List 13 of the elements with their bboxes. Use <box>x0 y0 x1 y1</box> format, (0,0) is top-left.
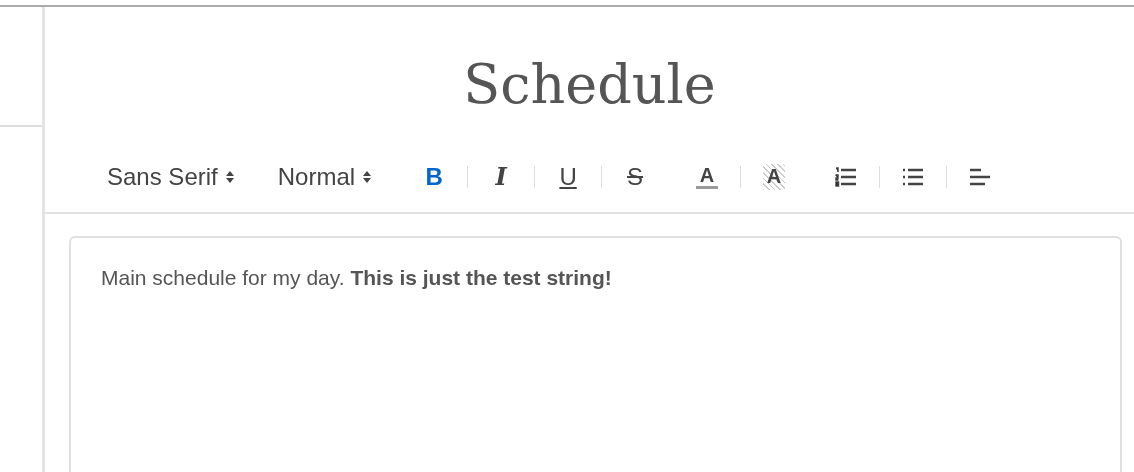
underline-button[interactable]: U <box>557 161 580 192</box>
text-color-button[interactable]: A <box>696 164 719 189</box>
bold-button[interactable]: B <box>423 161 446 192</box>
up-down-arrows-icon <box>363 170 372 183</box>
editor-field[interactable]: Main schedule for my day. This is just the test string! <box>69 235 1122 472</box>
page-title: Schedule <box>462 53 717 118</box>
background-color-button[interactable]: A <box>763 163 786 190</box>
font-picker[interactable]: Sans Serif <box>107 162 234 191</box>
strikethrough-button[interactable]: S <box>624 161 647 192</box>
size-picker[interactable]: Normal <box>277 162 372 191</box>
up-down-arrows-icon <box>225 170 234 183</box>
editor-text: Main schedule for my day. This is just the test string! <box>101 265 613 290</box>
italic-button[interactable]: I <box>490 161 513 192</box>
